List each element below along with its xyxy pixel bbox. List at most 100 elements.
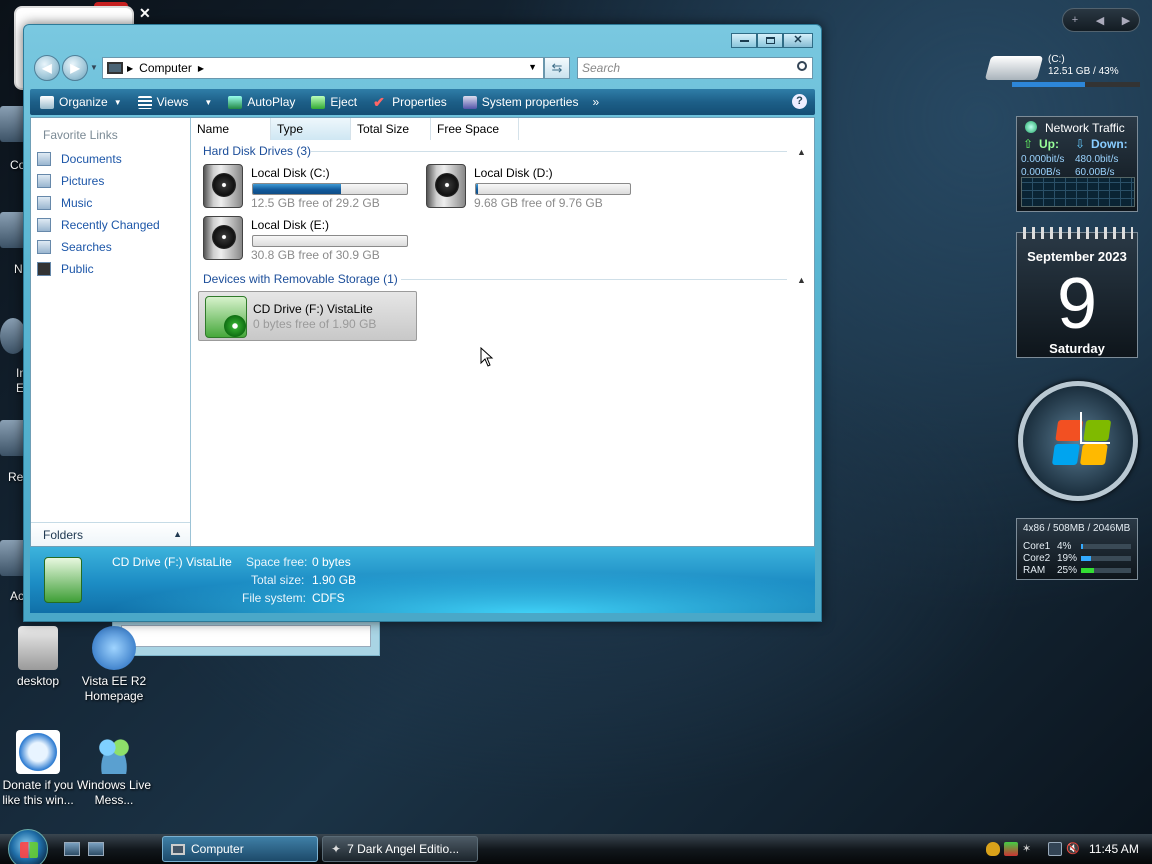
group-divider [311, 151, 787, 152]
previous-icon[interactable]: ◀ [1096, 14, 1104, 27]
eject-button[interactable]: Eject [311, 95, 357, 109]
system-properties-label: System properties [481, 95, 579, 109]
more-commands-button[interactable]: » [592, 95, 599, 109]
forward-button[interactable]: ▶ [62, 55, 88, 81]
organize-button[interactable]: Organize ▼ [40, 95, 122, 109]
drive-meter-gadget[interactable]: (C:) 12.51 GB / 43% [984, 50, 1140, 90]
maximize-button[interactable] [757, 33, 783, 48]
switch-windows-icon[interactable] [88, 842, 104, 856]
nav-item-pictures[interactable]: Pictures [37, 174, 104, 188]
views-icon [137, 95, 152, 109]
desktop-icon-donate[interactable]: Donate if you like this win... [0, 730, 78, 808]
wand-icon[interactable]: ✶ [1022, 842, 1036, 856]
minimize-button[interactable] [731, 33, 757, 48]
address-dropdown-icon[interactable]: ▼ [528, 62, 537, 72]
taskbar-clock[interactable]: 11:45 AM [1089, 842, 1139, 856]
chevron-up-icon[interactable]: ▲ [797, 275, 806, 285]
ram-bar [1081, 568, 1131, 573]
cd-drive-item[interactable]: CD Drive (F:) VistaLite 0 bytes free of … [198, 291, 417, 341]
drive-item[interactable]: Local Disk (D:) 9.68 GB free of 9.76 GB [420, 164, 640, 212]
breadcrumb-arrow-icon[interactable]: ▶ [127, 64, 133, 73]
show-desktop-icon[interactable] [64, 842, 80, 856]
messenger-icon [92, 730, 136, 774]
favorite-links-header: Favorite Links [43, 128, 118, 142]
close-icon[interactable]: ✕ [139, 5, 151, 22]
drive-item[interactable]: Local Disk (E:) 30.8 GB free of 30.9 GB [197, 216, 417, 264]
calendar-gadget[interactable]: September 2023 9 Saturday [1016, 227, 1138, 358]
search-icon[interactable] [797, 61, 807, 71]
nav-item-label: Public [61, 262, 94, 276]
eject-icon [311, 95, 326, 109]
file-list: Name Type Total Size Free Space Hard Dis… [191, 118, 814, 546]
drive-usage-bar [252, 183, 408, 195]
drive-free-space: 0 bytes free of 1.90 GB [253, 317, 377, 331]
start-button[interactable] [8, 829, 48, 864]
breadcrumb-arrow-icon[interactable]: ▶ [198, 64, 204, 73]
group-header-removable[interactable]: Devices with Removable Storage (1) [203, 272, 398, 286]
up-label: Up: [1039, 137, 1059, 151]
network-title: Network Traffic [1045, 121, 1125, 135]
column-header-free-space[interactable]: Free Space [431, 118, 519, 140]
down-label: Down: [1091, 137, 1128, 151]
refresh-button[interactable]: ⇆ [544, 57, 570, 79]
search-input[interactable]: Search [577, 57, 813, 79]
recent-pages-chevron-icon[interactable]: ▼ [90, 63, 98, 72]
clock-gadget[interactable] [1018, 381, 1138, 501]
network-icon [1025, 121, 1037, 133]
details-value: 1.90 GB [312, 573, 357, 587]
column-header-total-size[interactable]: Total Size [351, 118, 431, 140]
window-controls: ✕ [731, 33, 813, 48]
hard-disk-icon [203, 216, 243, 260]
desktop-icon-live-messenger[interactable]: Windows Live Mess... [74, 730, 154, 808]
close-button[interactable]: ✕ [783, 33, 813, 48]
public-icon [37, 262, 51, 276]
autoplay-button[interactable]: AutoPlay [228, 95, 295, 109]
system-properties-button[interactable]: System properties [462, 95, 579, 109]
windows-defender-icon[interactable] [1004, 842, 1018, 856]
nav-item-label: Pictures [61, 174, 105, 188]
help-icon[interactable]: ? [792, 94, 807, 109]
next-icon[interactable]: ▶ [1122, 14, 1130, 27]
cpu-row-value: 25% [1057, 565, 1078, 576]
address-bar[interactable]: ▶ Computer ▶ ▼ [102, 57, 544, 79]
cd-drive-icon [205, 296, 247, 338]
drive-item[interactable]: Local Disk (C:) 12.5 GB free of 29.2 GB [197, 164, 417, 212]
chevron-down-icon: ▼ [113, 97, 122, 107]
properties-button[interactable]: ✔ Properties [373, 95, 447, 110]
hard-disk-icon [203, 164, 243, 208]
add-gadget-icon[interactable]: + [1072, 14, 1078, 26]
up-arrow-icon: ⇧ [1023, 137, 1034, 151]
nav-item-label: Recently Changed [61, 218, 160, 232]
chevron-up-icon[interactable]: ▲ [797, 147, 806, 157]
searches-icon [37, 240, 51, 254]
desktop-icon-vista-homepage[interactable]: Vista EE R2 Homepage [74, 626, 154, 704]
taskbar-item-dark-angel[interactable]: ✦ 7 Dark Angel Editio... [322, 836, 478, 862]
cpu-row-value: 19% [1057, 553, 1078, 564]
system-properties-icon [462, 95, 477, 109]
network-traffic-gadget[interactable]: Network Traffic ⇧ Up: ⇩ Down: 0.000bit/s… [1016, 116, 1138, 212]
security-shield-icon[interactable] [986, 842, 1000, 856]
cpu-meter-gadget[interactable]: 4x86 / 508MB / 2046MB Core1 4% Core2 19%… [1016, 518, 1138, 580]
explorer-window[interactable]: ✕ ◀ ▶ ▼ ▶ Computer ▶ ▼ ⇆ Search Organize… [23, 24, 822, 622]
nav-item-music[interactable]: Music [37, 196, 92, 210]
calendar-weekday: Saturday [1049, 341, 1105, 356]
nav-item-searches[interactable]: Searches [37, 240, 112, 254]
breadcrumb-computer[interactable]: Computer [139, 61, 192, 75]
up-bits: 0.000bit/s [1021, 154, 1065, 165]
folders-toggle[interactable]: Folders ▲ [31, 522, 190, 546]
group-header-hard-disks[interactable]: Hard Disk Drives (3) [203, 144, 311, 158]
taskbar-item-computer[interactable]: Computer [162, 836, 318, 862]
volume-muted-icon[interactable]: 🔇 [1066, 842, 1080, 856]
cpu-row-value: 4% [1057, 541, 1072, 552]
column-header-name[interactable]: Name [191, 118, 271, 140]
desktop-icon-desktop[interactable]: desktop [0, 626, 78, 689]
nav-item-public[interactable]: Public [37, 262, 94, 276]
drive-free-space: 12.5 GB free of 29.2 GB [251, 196, 380, 210]
nav-item-documents[interactable]: Documents [37, 152, 122, 166]
nav-item-recently-changed[interactable]: Recently Changed [37, 218, 160, 232]
views-button[interactable]: Views ▼ [137, 95, 212, 109]
eject-label: Eject [330, 95, 358, 109]
network-tray-icon[interactable] [1048, 842, 1062, 856]
back-button[interactable]: ◀ [34, 55, 60, 81]
column-header-type[interactable]: Type [271, 118, 351, 140]
